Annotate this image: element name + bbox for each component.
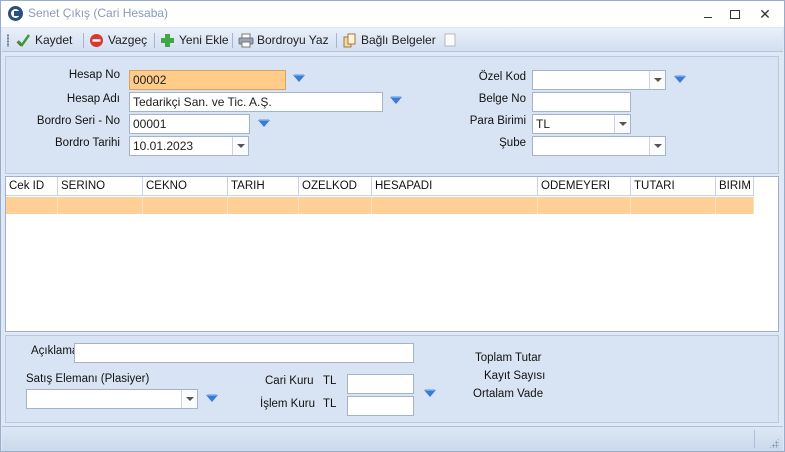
bordro-seri-no-field[interactable]: 00001 xyxy=(129,114,250,134)
hesap-adi-lookup-icon[interactable] xyxy=(389,96,403,106)
attachments-label: Bağlı Belgeler xyxy=(361,33,436,47)
bordro-tarihi-date-picker[interactable]: 10.01.2023 xyxy=(129,136,249,156)
column-header[interactable]: TUTARI xyxy=(631,177,716,196)
no-entry-icon xyxy=(89,33,104,48)
bordro-seri-no-lookup-icon[interactable] xyxy=(257,119,271,129)
satis-elemani-label: Satış Elemanı (Plasiyer) xyxy=(26,373,150,385)
chevron-down-icon[interactable] xyxy=(649,137,665,155)
hesap-no-lookup-icon[interactable] xyxy=(292,74,306,84)
aciklama-field[interactable] xyxy=(74,343,414,363)
new-label: Yeni Ekle xyxy=(179,33,229,47)
hesap-no-field[interactable]: 00002 xyxy=(129,70,286,90)
status-separator xyxy=(754,430,755,448)
kayit-sayisi-label: Kayıt Sayısı xyxy=(484,370,546,382)
window-title: Senet Çıkış (Cari Hesaba) xyxy=(28,6,169,20)
column-header[interactable]: TARIH xyxy=(228,177,299,196)
table-cell[interactable] xyxy=(372,197,538,214)
column-header[interactable]: Cek ID xyxy=(6,177,58,196)
check-icon xyxy=(16,33,31,48)
print-bordro-button[interactable]: Bordroyu Yaz xyxy=(238,31,329,49)
table-cell[interactable] xyxy=(299,197,372,214)
toolbar-separator xyxy=(154,33,155,48)
hesap-no-label: Hesap No xyxy=(68,69,120,81)
new-button[interactable]: Yeni Ekle xyxy=(160,31,229,49)
minimize-icon[interactable] xyxy=(699,5,717,23)
aciklama-label: Açıklama xyxy=(31,345,79,357)
table-cell[interactable] xyxy=(58,197,143,214)
title-bar: Senet Çıkış (Cari Hesaba) ✕ xyxy=(1,1,784,27)
close-icon[interactable]: ✕ xyxy=(756,5,774,23)
hesap-adi-field[interactable]: Tedarikçi San. ve Tic. A.Ş. xyxy=(129,92,383,112)
column-header[interactable]: CEKNO xyxy=(143,177,228,196)
islem-kuru-field[interactable] xyxy=(347,396,414,416)
table-cell[interactable] xyxy=(631,197,716,214)
chevron-down-icon[interactable] xyxy=(232,137,248,155)
printer-icon xyxy=(238,33,254,48)
table-cell[interactable] xyxy=(716,197,754,214)
column-header[interactable]: HESAPADI xyxy=(372,177,538,196)
sube-combo[interactable] xyxy=(532,136,666,156)
toolbar-separator xyxy=(232,33,233,48)
toplam-tutar-label: Toplam Tutar xyxy=(475,352,542,364)
print-bordro-label: Bordroyu Yaz xyxy=(257,33,329,47)
table-cell[interactable] xyxy=(6,197,58,214)
ozel-kod-combo[interactable] xyxy=(532,70,666,90)
bordro-tarihi-label: Bordro Tarihi xyxy=(55,137,120,149)
ozel-kod-lookup-icon[interactable] xyxy=(673,75,687,85)
save-button[interactable]: Kaydet xyxy=(16,31,72,49)
column-header[interactable]: SERINO xyxy=(58,177,143,196)
toolbar-separator xyxy=(83,33,84,48)
grid-header: Cek ID SERINO CEKNO TARIH OZELKOD HESAPADI ODE… xyxy=(6,177,754,196)
cari-kuru-label: Cari Kuru xyxy=(265,375,314,387)
header-form-panel: Hesap No 00002 Hesap Adı Tedarikçi San. … xyxy=(5,56,779,174)
hesap-adi-label: Hesap Adı xyxy=(66,93,120,105)
cancel-label: Vazgeç xyxy=(108,33,148,47)
belge-no-label: Belge No xyxy=(478,93,526,105)
table-cell[interactable] xyxy=(143,197,228,214)
cari-kuru-field[interactable] xyxy=(347,374,414,394)
chevron-down-icon[interactable] xyxy=(649,71,665,89)
satis-elemani-lookup-icon[interactable] xyxy=(205,394,219,404)
senet-cikis-window: Senet Çıkış (Cari Hesaba) ✕ Kaydet Vazge… xyxy=(0,0,785,452)
ortalam-vade-label: Ortalam Vade xyxy=(473,388,544,400)
cancel-button[interactable]: Vazgeç xyxy=(89,31,147,49)
toolbar: Kaydet Vazgeç Yeni Ekle Bordroyu Yaz Bağ… xyxy=(2,28,783,52)
attachments-button[interactable]: Bağlı Belgeler xyxy=(342,31,436,49)
resize-grip-icon[interactable] xyxy=(769,438,779,448)
toolbar-grip[interactable] xyxy=(7,34,9,47)
islem-kuru-label: İşlem Kuru xyxy=(260,398,315,410)
para-birimi-value: TL xyxy=(536,117,551,131)
status-bar xyxy=(2,426,783,451)
blank-page-icon[interactable] xyxy=(444,33,459,48)
islem-kuru-currency: TL xyxy=(323,398,337,410)
documents-icon xyxy=(342,33,357,48)
kur-lookup-icon[interactable] xyxy=(423,389,437,399)
para-birimi-combo[interactable]: TL xyxy=(532,114,631,134)
bordro-seri-no-label: Bordro Seri - No xyxy=(36,115,120,127)
column-header[interactable]: ODEMEYERI xyxy=(538,177,631,196)
table-cell[interactable] xyxy=(228,197,299,214)
chevron-down-icon[interactable] xyxy=(181,390,197,408)
chevron-down-icon[interactable] xyxy=(614,115,630,133)
bordro-tarihi-value: 10.01.2023 xyxy=(133,139,194,153)
maximize-icon[interactable] xyxy=(725,5,743,23)
ozel-kod-label: Özel Kod xyxy=(478,71,526,83)
table-cell[interactable] xyxy=(538,197,631,214)
para-birimi-label: Para Birimi xyxy=(469,115,526,127)
cari-kuru-currency: TL xyxy=(323,375,337,387)
footer-panel: Açıklama Satış Elemanı (Plasiyer) Cari K… xyxy=(5,335,779,423)
toolbar-separator xyxy=(336,33,337,48)
plus-icon xyxy=(160,33,175,48)
belge-no-field[interactable] xyxy=(532,92,631,112)
cheques-grid[interactable]: Cek ID SERINO CEKNO TARIH OZELKOD HESAPADI ODE… xyxy=(5,176,779,332)
column-header[interactable]: BIRIM xyxy=(716,177,754,196)
sube-label: Şube xyxy=(499,137,526,149)
app-logo-icon xyxy=(8,6,23,21)
save-label: Kaydet xyxy=(35,33,73,47)
satis-elemani-combo[interactable] xyxy=(26,389,198,409)
table-row[interactable] xyxy=(6,197,754,214)
column-header[interactable]: OZELKOD xyxy=(299,177,372,196)
